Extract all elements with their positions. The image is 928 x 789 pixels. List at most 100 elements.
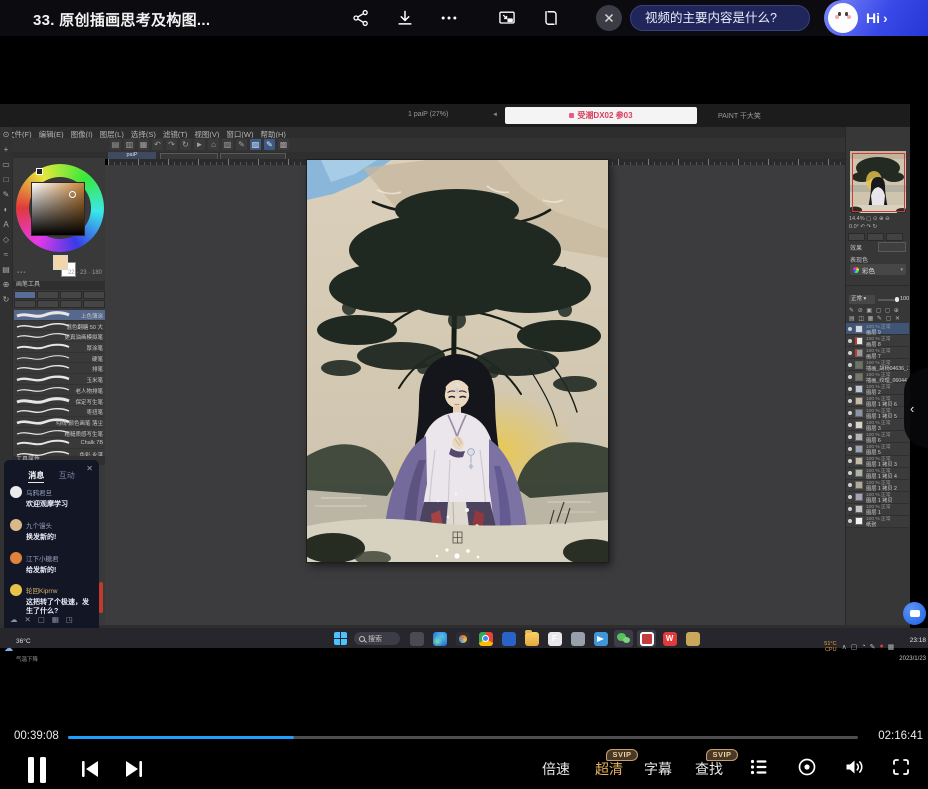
start-button-icon (334, 632, 347, 645)
pause-button[interactable] (28, 757, 46, 783)
pip-button[interactable] (493, 4, 521, 32)
brush-stroke-preview (15, 354, 71, 362)
mini-player-button[interactable] (537, 4, 565, 32)
effect-label: 效果 (850, 243, 862, 252)
toolbar-icon: ▤ (110, 139, 121, 150)
layer-visibility-icon (848, 339, 852, 343)
right-panel: 14.4% ▢ ⊙ ⊕ ⊖ 0.0° ↶ ↷ ↻ 效果 表现色 彩色 (845, 127, 910, 625)
layer-visibility-icon (848, 495, 852, 499)
chrome-icon (479, 632, 493, 646)
fullscreen-button[interactable] (889, 755, 913, 779)
speed-button[interactable]: 倍速 (542, 759, 570, 779)
toolbar-icon: ▩ (278, 139, 289, 150)
brush-stroke-preview (15, 375, 71, 383)
layer-thumbnail (855, 397, 863, 405)
layer-thumbnail (855, 445, 863, 453)
clock-time: 23:18 (910, 637, 926, 644)
taskbar-app-button (407, 630, 426, 647)
ai-assistant-avatar (828, 3, 858, 33)
layer-row: 100 % 正常 画层 9 (846, 323, 909, 335)
progress-bar[interactable] (68, 736, 858, 739)
feedback-chat-button[interactable] (903, 602, 926, 625)
playlist-drawer-handle[interactable]: ‹ (904, 368, 928, 448)
chat-message-list: 乌鸦君旦 欢迎观摩学习 九个馒头 换发新的! (10, 486, 95, 626)
opacity-slider (878, 299, 898, 301)
svip-badge-find[interactable]: SVIP (706, 749, 738, 761)
ai-assistant-button[interactable]: Hi › (824, 0, 928, 36)
layer-row: 100 % 正常 图层 1 拷贝 2 (846, 480, 909, 492)
chat-footer-icon: ✕ (25, 615, 31, 624)
sv-marker (69, 191, 76, 198)
tone-label: 表现色 (850, 255, 868, 264)
dropdown-arrow-icon: ▾ (900, 267, 903, 273)
layer-visibility-icon (848, 507, 852, 511)
layer-action-icons: ▤ ◫ ▦ ✎ ▢ ✕ (849, 315, 901, 322)
brush-stroke-preview (15, 397, 71, 405)
svip-badge-quality[interactable]: SVIP (606, 749, 638, 761)
saturation-value-square (31, 182, 85, 236)
screen-record-button[interactable] (795, 755, 819, 779)
taskbar-app-button (637, 630, 656, 647)
weather-subtitle: 气温下降 (16, 657, 38, 663)
tool-icon: ↻ (0, 292, 12, 307)
quality-button[interactable]: 超清 (595, 759, 623, 779)
layer-row: 100 % 正常 插画_纹理_060447_230 (846, 371, 909, 383)
close-ai-bar-button[interactable] (596, 5, 622, 31)
navigator-angle-icons: ↶ ↷ ↻ (860, 224, 877, 230)
chat-text: 欢迎观摩学习 (26, 501, 95, 510)
speaker-muted-icon: ◄ (492, 112, 498, 118)
brush-category-tab (60, 291, 82, 299)
share-button[interactable] (347, 4, 375, 32)
layer-row: 100 % 正常 纸张 (846, 516, 909, 528)
find-button[interactable]: 查找 (695, 759, 723, 779)
tool-icon: ◇ (0, 232, 12, 247)
subtitles-button[interactable]: 字幕 (644, 759, 672, 779)
navigator-angle-value: 0.0° (849, 224, 859, 230)
download-button[interactable] (391, 4, 419, 32)
playlist-button[interactable] (747, 755, 771, 779)
brush-name: 混色翻糖 50 大 (66, 323, 103, 331)
photos-icon (456, 632, 470, 646)
chat-text: 换发新的! (26, 534, 95, 543)
layer-visibility-icon (848, 411, 852, 415)
tool-icon: ✎ (0, 187, 12, 202)
close-icon (604, 13, 614, 23)
brush-stroke-preview (15, 364, 71, 372)
windows-taskbar: ☁ 36°C 气温下降 搜索 (0, 628, 928, 648)
layer-visibility-icon (848, 459, 852, 463)
volume-button[interactable] (842, 755, 866, 779)
chevron-left-icon: ‹ (910, 401, 914, 416)
navigator-zoom-row: 14.4% ▢ ⊙ ⊕ ⊖ (849, 215, 909, 223)
layer-thumbnail (855, 433, 863, 441)
stream-title-text: 受潮DX02 参03 (577, 110, 632, 121)
brush-item: 色彩 永湛 (14, 449, 105, 456)
chat-scrollbar (99, 582, 103, 613)
tray-icon: ∧ (842, 643, 847, 651)
layer-visibility-icon (848, 483, 852, 487)
avatar (10, 552, 22, 564)
taskbar-center: 搜索 (334, 630, 702, 647)
taskbar-app-button (522, 630, 541, 647)
brush-name: 保定写生笔 (75, 398, 103, 406)
next-episode-button[interactable] (124, 760, 144, 783)
layer-thumbnail (855, 421, 863, 429)
ai-question-pill[interactable]: 视频的主要内容是什么? (630, 5, 810, 31)
layer-name: 纸张 (866, 522, 876, 528)
chat-message: 轮回Kiprrw 这把转了个极速，发生了什么? (10, 584, 95, 617)
brush-stroke-preview (15, 429, 71, 437)
tone-dropdown: 彩色 ▾ (850, 264, 906, 275)
stream-title-tab: 受潮DX02 参03 (505, 107, 697, 124)
layer-row: 100 % 正常 图层 1 拷贝 6 (846, 395, 909, 407)
wps-icon: W (663, 632, 677, 646)
toolbar-icon: ↷ (166, 139, 177, 150)
more-button[interactable] (435, 4, 463, 32)
previous-episode-button[interactable] (80, 760, 100, 783)
taskbar-app-button (499, 630, 518, 647)
layer-thumbnail (855, 409, 863, 417)
property-panel-tabs (848, 233, 903, 241)
brush-name: 厚涂笔 (86, 344, 103, 352)
weather-icon: ☁ (4, 643, 13, 654)
brush-category-tab (83, 300, 105, 308)
video-surface[interactable]: 1 paiP (27%) ◄ 受潮DX02 参03 PAINT 干大笑 文件(F… (0, 36, 928, 727)
record-icon (795, 755, 819, 779)
